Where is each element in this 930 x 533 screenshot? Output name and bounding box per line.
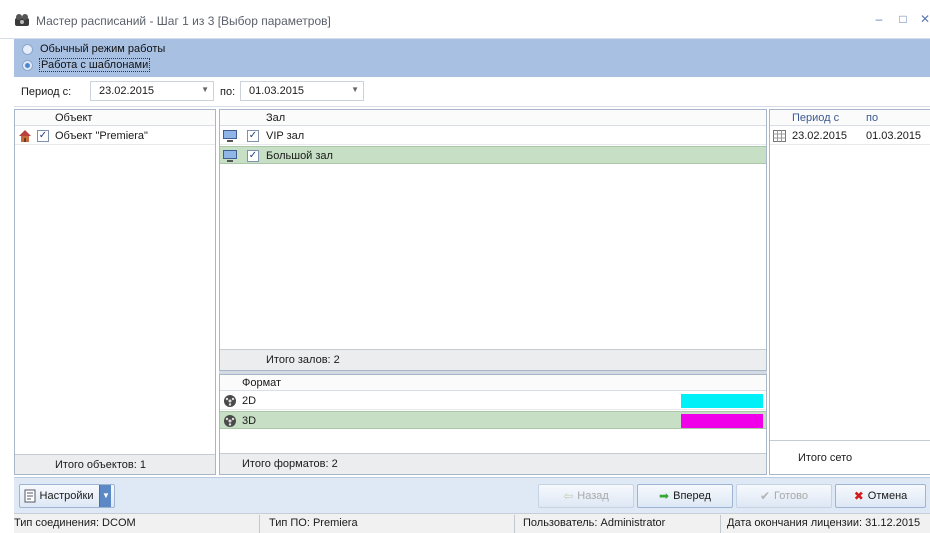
app-icon	[15, 14, 29, 26]
formats-header: Формат	[220, 375, 766, 391]
radio-normal-mode[interactable]: Обычный режим работы	[22, 42, 166, 56]
hall-checkbox[interactable]: ✓	[247, 130, 259, 142]
period-from-label: Период с:	[21, 86, 72, 98]
status-bar: Тип соединения: DCOM Тип ПО: Premiera По…	[14, 513, 930, 533]
grids-total: Итого сето	[798, 452, 853, 464]
cancel-button-label: Отмена	[867, 490, 908, 502]
arrow-right-icon: ➡	[659, 489, 670, 503]
done-button[interactable]: ✔ Готово	[736, 484, 832, 508]
table-row[interactable]: 2D	[220, 392, 766, 410]
grids-header-to: по	[866, 112, 879, 124]
period-from-date-picker[interactable]: 23.02.2015 ▼	[90, 81, 214, 101]
formats-footer: Итого форматов: 2	[220, 453, 766, 474]
status-license: Дата окончания лицензии: 31.12.2015	[727, 517, 921, 529]
film-reel-icon	[224, 415, 236, 427]
table-row[interactable]: ✓ Большой зал	[220, 146, 766, 164]
grid-from-date: 23.02.2015	[792, 130, 848, 142]
halls-footer: Итого залов: 2	[220, 349, 766, 370]
chevron-down-icon[interactable]: ▼	[201, 85, 209, 94]
settings-button[interactable]: Настройки ▼	[19, 484, 115, 508]
radio-icon[interactable]	[22, 43, 33, 55]
period-from-value: 23.02.2015	[99, 85, 155, 97]
checkmark-icon: ✔	[759, 489, 771, 503]
period-to-value: 01.03.2015	[249, 85, 305, 97]
table-row[interactable]: ✓ VIP зал	[220, 127, 766, 145]
object-name: Объект "Premiera"	[55, 130, 148, 142]
formats-header-label: Формат	[242, 377, 282, 389]
back-button[interactable]: ⇦ Назад	[538, 484, 634, 508]
table-row[interactable]: ✓ Объект "Premiera"	[15, 127, 215, 145]
screen-icon	[223, 130, 237, 142]
halls-panel: Зал ✓ VIP зал ✓ Большой зал Итого залов:…	[219, 109, 767, 371]
mode-bar: Обычный режим работы Работа с шаблонами	[14, 39, 930, 77]
next-button-label: Вперед	[673, 490, 711, 502]
objects-header: Объект	[15, 110, 215, 126]
objects-header-label: Объект	[55, 112, 93, 124]
objects-panel: Объект ✓ Объект "Premiera" Итого объекто…	[14, 109, 216, 475]
formats-panel: Формат 2D 3D Итого форматов: 2	[219, 374, 767, 475]
close-button[interactable]: ✕	[918, 12, 930, 26]
done-button-label: Готово	[774, 490, 809, 502]
table-row[interactable]: 23.02.2015 01.03.2015	[770, 127, 930, 145]
screen-icon	[223, 150, 237, 162]
back-button-label: Назад	[577, 490, 609, 502]
chevron-down-icon[interactable]: ▼	[351, 85, 359, 94]
status-user: Пользователь: Administrator	[523, 517, 666, 529]
halls-header-label: Зал	[266, 112, 286, 124]
window-title: Мастер расписаний - Шаг 1 из 3 [Выбор па…	[36, 14, 331, 28]
format-color-swatch[interactable]	[681, 394, 763, 408]
radio-templates-mode-label: Работа с шаблонами	[39, 58, 151, 72]
objects-footer: Итого объектов: 1	[15, 454, 215, 474]
grids-panel: Период с по 23.02.2015 01.03.2015 Итого …	[769, 109, 930, 475]
format-name: 3D	[242, 415, 257, 427]
cancel-button[interactable]: ✖ Отмена	[835, 484, 926, 508]
grids-footer: Итого сето	[770, 440, 930, 474]
status-divider	[514, 515, 515, 533]
hall-checkbox[interactable]: ✓	[247, 150, 259, 162]
building-icon	[19, 130, 31, 142]
halls-total: Итого залов: 2	[266, 354, 340, 366]
film-reel-icon	[224, 395, 236, 407]
halls-header: Зал	[220, 110, 766, 126]
chevron-down-icon[interactable]: ▼	[99, 485, 112, 507]
title-bar: Мастер расписаний - Шаг 1 из 3 [Выбор па…	[0, 0, 930, 39]
grids-header: Период с по	[770, 110, 930, 126]
object-checkbox[interactable]: ✓	[37, 130, 49, 142]
status-divider	[720, 515, 721, 533]
hall-name: Большой зал	[266, 150, 333, 162]
format-color-swatch[interactable]	[681, 414, 763, 428]
settings-icon	[24, 489, 36, 503]
button-bar: Настройки ▼ ⇦ Назад ➡ Вперед ✔ Готово ✖ …	[14, 477, 930, 513]
maximize-button[interactable]: □	[896, 12, 910, 26]
status-divider	[259, 515, 260, 533]
hall-name: VIP зал	[266, 130, 305, 142]
arrow-left-icon: ⇦	[563, 489, 574, 503]
next-button[interactable]: ➡ Вперед	[637, 484, 733, 508]
objects-total: Итого объектов: 1	[55, 459, 146, 471]
radio-checked-icon[interactable]	[22, 59, 33, 71]
period-to-date-picker[interactable]: 01.03.2015 ▼	[240, 81, 364, 101]
grid-icon	[773, 130, 786, 142]
table-row[interactable]: 3D	[220, 411, 766, 429]
close-icon: ✖	[853, 489, 864, 503]
minimize-button[interactable]: –	[872, 12, 886, 26]
period-bar: Период с: 23.02.2015 ▼ по: 01.03.2015 ▼	[14, 77, 930, 107]
settings-button-label: Настройки	[39, 490, 94, 502]
grid-to-date: 01.03.2015	[866, 130, 922, 142]
format-name: 2D	[242, 395, 257, 407]
status-software: Тип ПО: Premiera	[269, 517, 358, 529]
radio-normal-mode-label: Обычный режим работы	[40, 43, 166, 55]
grids-header-from: Период с	[792, 112, 840, 124]
formats-total: Итого форматов: 2	[242, 458, 338, 470]
radio-templates-mode[interactable]: Работа с шаблонами	[22, 58, 151, 72]
period-to-label: по:	[220, 86, 236, 98]
status-connection: Тип соединения: DCOM	[14, 517, 136, 529]
